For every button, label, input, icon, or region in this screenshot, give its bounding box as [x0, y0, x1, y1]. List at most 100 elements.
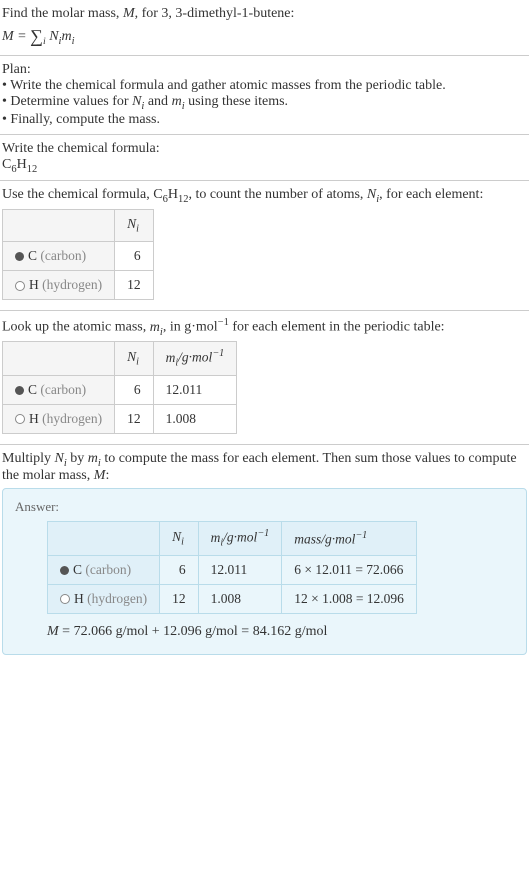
plan-bullet-3: • Finally, compute the mass. [2, 112, 527, 128]
compute-M: M [94, 468, 106, 483]
row-h-mass-3: 1.008 [198, 584, 282, 613]
row-h-elem: H [29, 277, 39, 292]
row-c-elem-3: C [73, 562, 82, 577]
mass-exp: −1 [218, 317, 229, 328]
hdr-mass-exp: −1 [355, 530, 367, 541]
row-c-elem-2: C [28, 382, 37, 397]
answer-box: Answer: Ni mi/g·mol−1 mass/g·mol−1 C (ca… [2, 488, 527, 654]
mass-post: for each element in the periodic table: [229, 320, 445, 335]
row-h-n: 12 [115, 270, 154, 299]
hdr-blank-3 [48, 522, 160, 555]
hdr-blank-2 [3, 342, 115, 375]
table-row: H (hydrogen) 12 [3, 270, 154, 299]
hdr-mi-3: mi/g·mol−1 [198, 522, 282, 555]
plan-b2-mid: and [144, 94, 171, 109]
hdr-Ni-N: N [127, 216, 136, 231]
answer-table: Ni mi/g·mol−1 mass/g·mol−1 C (carbon) 6 … [47, 521, 417, 613]
hydrogen-dot-icon [15, 414, 25, 424]
row-c-label-2: C (carbon) [3, 375, 115, 404]
row-h-name-2: (hydrogen) [39, 411, 102, 426]
formula-C: C [2, 157, 11, 172]
intro-section: Find the molar mass, M, for 3, 3-dimethy… [0, 0, 529, 56]
chemical-formula: C6H12 [2, 157, 527, 175]
hdr-mi: mi/g·mol−1 [153, 342, 237, 375]
plan-b2-m: m [172, 94, 182, 109]
mass-var-m: m [150, 320, 160, 335]
mass-mid: , in g·mol [163, 320, 218, 335]
row-h-n-3: 12 [160, 584, 199, 613]
hdr-mi3-unit: /g·mol [223, 530, 257, 545]
row-h-label: H (hydrogen) [3, 270, 115, 299]
formula-H-sub: 12 [27, 163, 38, 174]
carbon-dot-icon [15, 252, 24, 261]
table-header-row: Ni mi/g·mol−1 [3, 342, 237, 375]
hdr-mi3-exp: −1 [257, 528, 269, 539]
carbon-dot-icon [60, 566, 69, 575]
mass-text: Look up the atomic mass, mi, in g·mol−1 … [2, 317, 527, 337]
table-row: C (carbon) 6 [3, 241, 154, 270]
hdr-Ni: Ni [115, 210, 154, 242]
hdr-blank [3, 210, 115, 242]
carbon-dot-icon [15, 386, 24, 395]
count-formula-H-sub: 12 [178, 194, 189, 205]
compute-b: by [67, 451, 88, 466]
hdr-mi-unit: /g·mol [178, 350, 212, 365]
compute-text: Multiply Ni by mi to compute the mass fo… [2, 451, 527, 485]
row-c-label: C (carbon) [3, 241, 115, 270]
intro-var-m: M [123, 6, 135, 21]
row-h-name-3: (hydrogen) [84, 591, 147, 606]
plan-bullet-2: • Determine values for Ni and mi using t… [2, 94, 527, 112]
count-section: Use the chemical formula, C6H12, to coun… [0, 181, 529, 310]
sum-index: i [43, 36, 46, 47]
final-answer: M = 72.066 g/mol + 12.096 g/mol = 84.162… [47, 624, 514, 640]
hdr-Ni-sub: i [136, 224, 139, 235]
hdr-mi-exp: −1 [212, 348, 224, 359]
mass-section: Look up the atomic mass, mi, in g·mol−1 … [0, 311, 529, 445]
hdr-mass: mass/g·mol−1 [282, 522, 417, 555]
eq-lhs: M [2, 29, 14, 44]
formula-section: Write the chemical formula: C6H12 [0, 135, 529, 182]
row-c-mass-3: 12.011 [198, 555, 282, 584]
row-c-n: 6 [115, 241, 154, 270]
count-var-N: N [367, 187, 376, 202]
mass-table: Ni mi/g·mol−1 C (carbon) 6 12.011 H (hyd… [2, 341, 237, 433]
table-row: C (carbon) 6 12.011 6 × 12.011 = 72.066 [48, 555, 417, 584]
count-formula-H: H [168, 187, 178, 202]
plan-title: Plan: [2, 62, 527, 78]
row-c-name-3: (carbon) [82, 562, 131, 577]
table-header-row: Ni mi/g·mol−1 mass/g·mol−1 [48, 522, 417, 555]
row-h-label-2: H (hydrogen) [3, 404, 115, 433]
row-h-elem-3: H [74, 591, 84, 606]
row-c-n-2: 6 [115, 375, 154, 404]
table-row: H (hydrogen) 12 1.008 12 × 1.008 = 12.09… [48, 584, 417, 613]
row-h-elem-2: H [29, 411, 39, 426]
count-formula-C: C [153, 187, 162, 202]
count-pre: Use the chemical formula, [2, 187, 153, 202]
row-c-calc: 6 × 12.011 = 72.066 [282, 555, 417, 584]
hdr-Ni3-N: N [172, 529, 181, 544]
compute-a: Multiply [2, 451, 55, 466]
intro-equation: M = ∑i Nimi [2, 24, 527, 47]
row-c-mass: 12.011 [153, 375, 237, 404]
hdr-Ni-2: Ni [115, 342, 154, 375]
hdr-mi-m: m [166, 350, 176, 365]
plan-bullet-1: • Write the chemical formula and gather … [2, 78, 527, 94]
answer-content: Ni mi/g·mol−1 mass/g·mol−1 C (carbon) 6 … [15, 521, 514, 639]
compute-d: : [105, 468, 109, 483]
hydrogen-dot-icon [15, 281, 25, 291]
hdr-Ni2-sub: i [136, 357, 139, 368]
formula-label: Write the chemical formula: [2, 141, 527, 157]
compute-m: m [88, 451, 98, 466]
hdr-Ni-3: Ni [160, 522, 199, 555]
plan-section: Plan: • Write the chemical formula and g… [0, 56, 529, 135]
row-c-name: (carbon) [37, 248, 86, 263]
compute-N: N [55, 451, 64, 466]
answer-label: Answer: [15, 499, 514, 515]
count-end: , for each element: [379, 187, 483, 202]
table-row: H (hydrogen) 12 1.008 [3, 404, 237, 433]
row-c-elem: C [28, 248, 37, 263]
hdr-mass-lbl: mass/g·mol [294, 531, 355, 546]
mass-pre: Look up the atomic mass, [2, 320, 150, 335]
row-h-label-3: H (hydrogen) [48, 584, 160, 613]
row-c-label-3: C (carbon) [48, 555, 160, 584]
